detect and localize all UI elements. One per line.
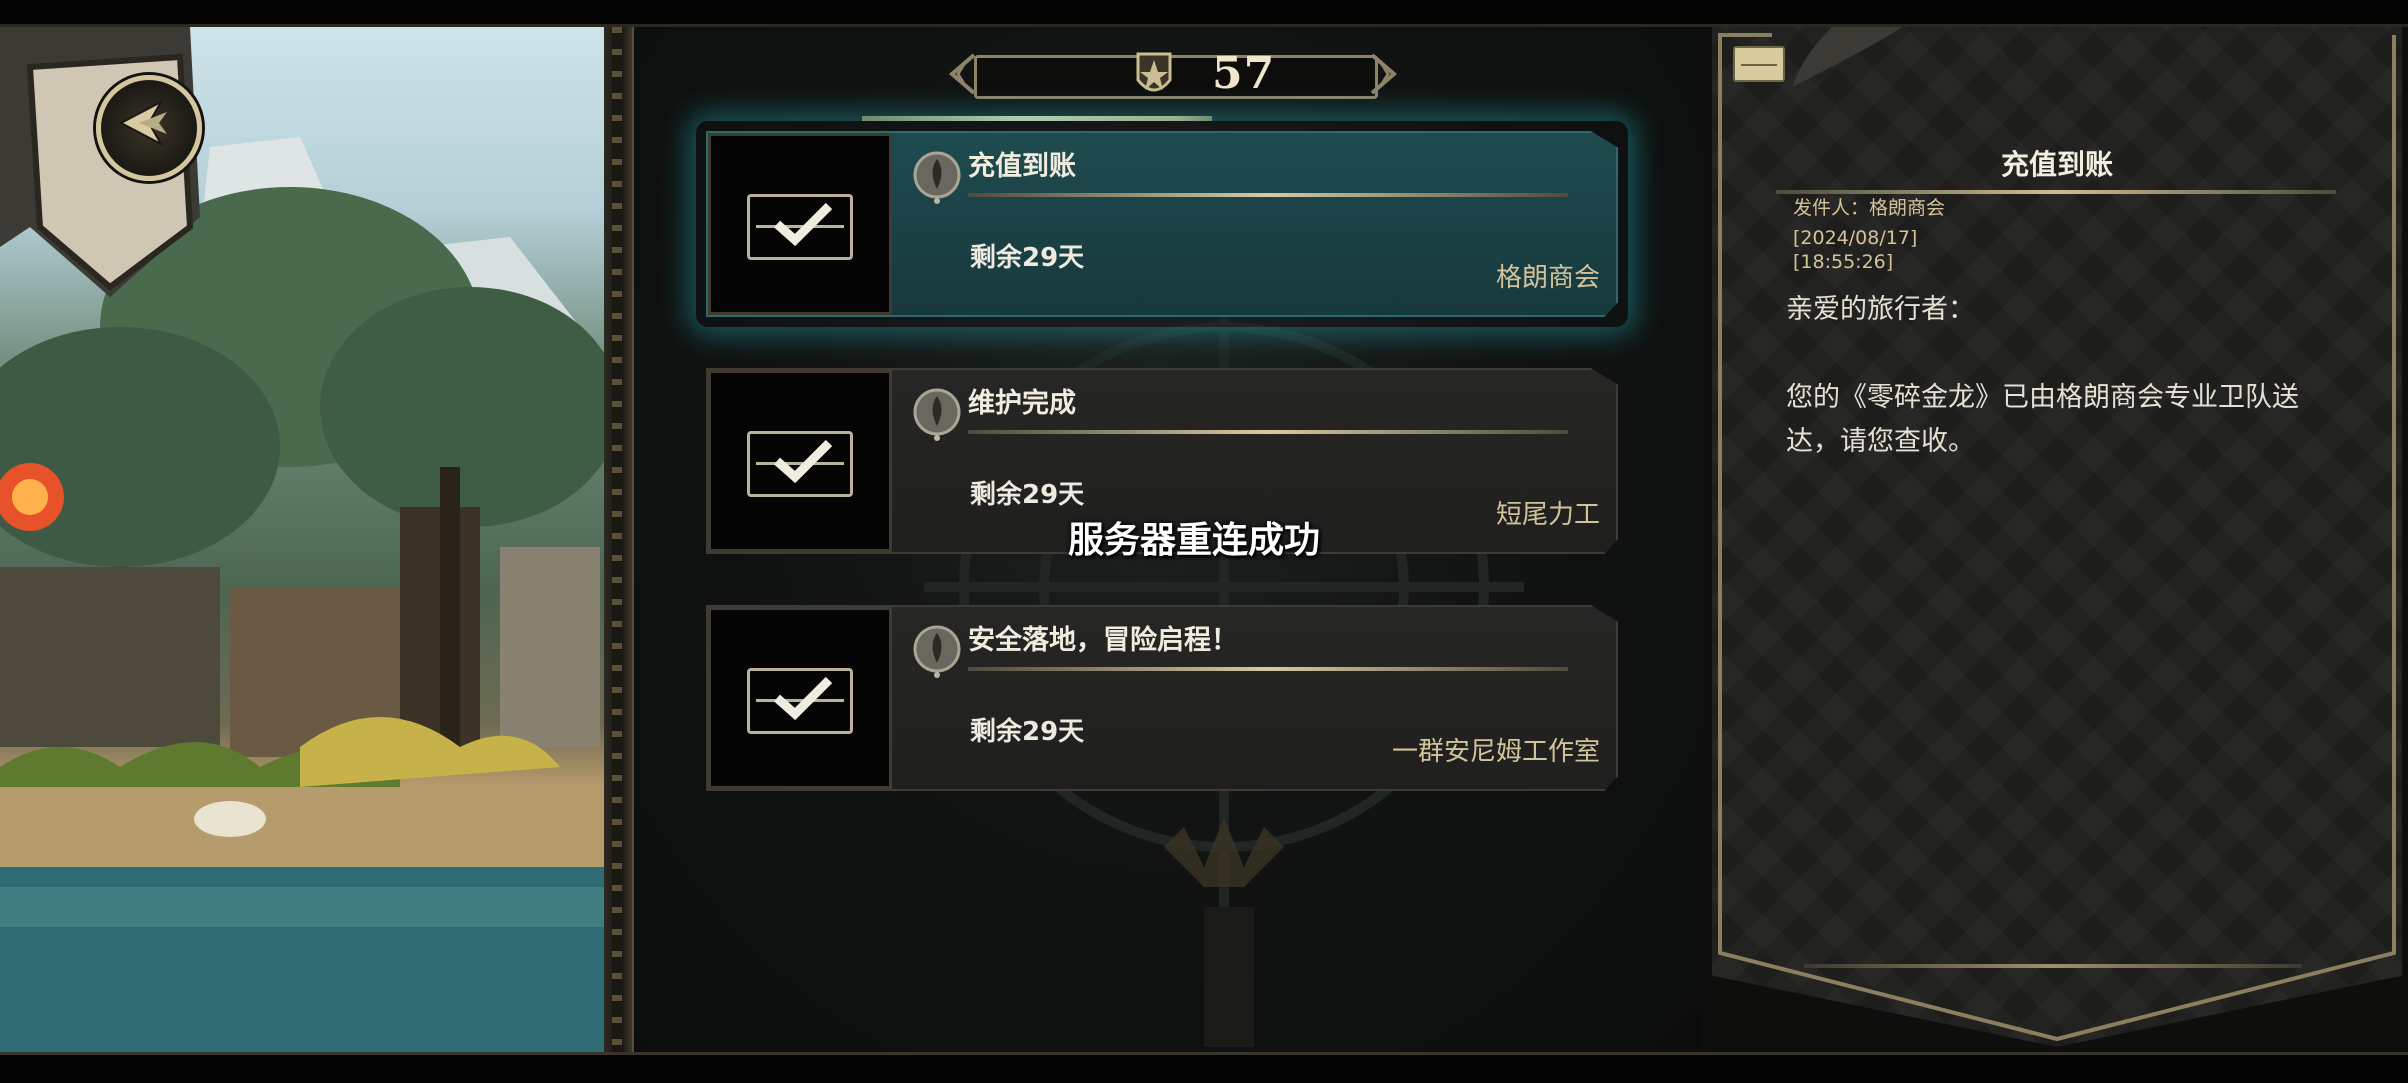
top-bar: [0, 0, 2408, 27]
panel-divider: [604, 27, 634, 1052]
mail-expire: 剩余29天: [970, 243, 1085, 273]
bottom-bar: [0, 1052, 2408, 1083]
detail-time: [18:55:26]: [1793, 251, 1894, 273]
detail-title-divider: [1776, 190, 2336, 194]
chevron-left-icon: [948, 53, 976, 95]
chevron-right-icon: [1370, 53, 1398, 95]
title-divider: [968, 430, 1568, 434]
back-button[interactable]: [96, 75, 202, 181]
mail-item[interactable]: 充值到账 剩余29天 格朗商会: [706, 131, 1618, 317]
wax-seal-icon: [913, 625, 961, 678]
mail-thumbnail: [708, 133, 892, 315]
detail-greeting: 亲爱的旅行者：: [1786, 294, 1975, 325]
mail-count: 57: [1212, 48, 1276, 99]
back-arrow-icon: [118, 99, 167, 147]
mail-title: 充值到账: [968, 151, 1076, 182]
mail-item[interactable]: 安全落地，冒险启程！ 剩余29天 一群安尼姆工作室: [706, 605, 1618, 791]
mail-sender: 一群安尼姆工作室: [1391, 737, 1600, 767]
scene-preview: [0, 27, 604, 1052]
mail-sender: 格朗商会: [1495, 263, 1600, 293]
wax-seal-icon: [913, 388, 961, 441]
reconnect-toast: 服务器重连成功: [1068, 520, 1321, 561]
mail-title: 维护完成: [968, 388, 1076, 419]
title-divider: [968, 667, 1568, 671]
title-divider: [968, 193, 1568, 197]
wax-seal-icon: [913, 151, 961, 204]
mail-thumbnail: [708, 607, 892, 789]
village-illustration: [0, 27, 604, 1052]
detail-date: [2024/08/17]: [1793, 227, 1918, 249]
mail-expire: 剩余29天: [970, 480, 1085, 510]
detail-footer-divider: [1804, 964, 2302, 968]
mail-sender: 短尾力工: [1495, 500, 1600, 530]
envelope-icon: [1733, 46, 1785, 82]
mail-expire: 剩余29天: [970, 717, 1085, 747]
detail-body: 您的《零碎金龙》已由格朗商会专业卫队送达，请您查收。: [1786, 382, 2299, 457]
mail-count-icon: [1136, 52, 1172, 92]
mail-title: 安全落地，冒险启程！: [968, 625, 1238, 656]
detail-title: 充值到账: [2000, 148, 2113, 181]
mail-thumbnail: [708, 370, 892, 552]
detail-sender: 发件人：格朗商会: [1793, 197, 1946, 219]
